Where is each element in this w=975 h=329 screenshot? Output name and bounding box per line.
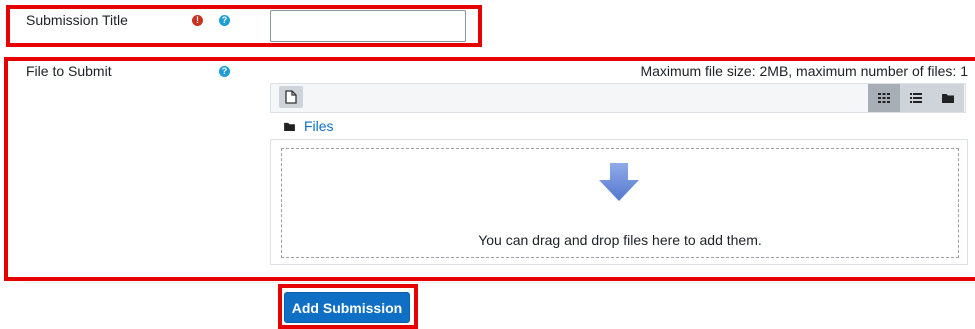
- exclamation-circle-icon: !: [192, 15, 203, 26]
- drop-hint-text: You can drag and drop files here to add …: [478, 232, 762, 248]
- folder-icon: [942, 94, 954, 103]
- question-circle-icon[interactable]: ?: [219, 15, 230, 26]
- arrow-down-icon: [599, 163, 639, 201]
- file-icon: [285, 90, 297, 104]
- breadcrumb-files-link[interactable]: Files: [304, 118, 334, 134]
- file-limits-text: Maximum file size: 2MB, maximum number o…: [640, 63, 968, 79]
- add-submission-button[interactable]: Add Submission: [284, 292, 410, 323]
- submission-title-label: Submission Title: [26, 12, 128, 28]
- file-to-submit-label: File to Submit: [26, 63, 112, 79]
- add-file-button[interactable]: [279, 86, 303, 108]
- filepicker-toolbar: [270, 83, 966, 113]
- question-circle-icon[interactable]: ?: [219, 66, 230, 77]
- view-switcher: [868, 84, 964, 112]
- folder-icon: [284, 122, 295, 131]
- submission-title-input[interactable]: [270, 10, 466, 42]
- grid-icon: [878, 93, 890, 103]
- list-icon: [910, 93, 922, 103]
- section-divider: [24, 282, 975, 283]
- view-tree-button[interactable]: [932, 84, 964, 112]
- view-icons-button[interactable]: [868, 84, 900, 112]
- view-list-button[interactable]: [900, 84, 932, 112]
